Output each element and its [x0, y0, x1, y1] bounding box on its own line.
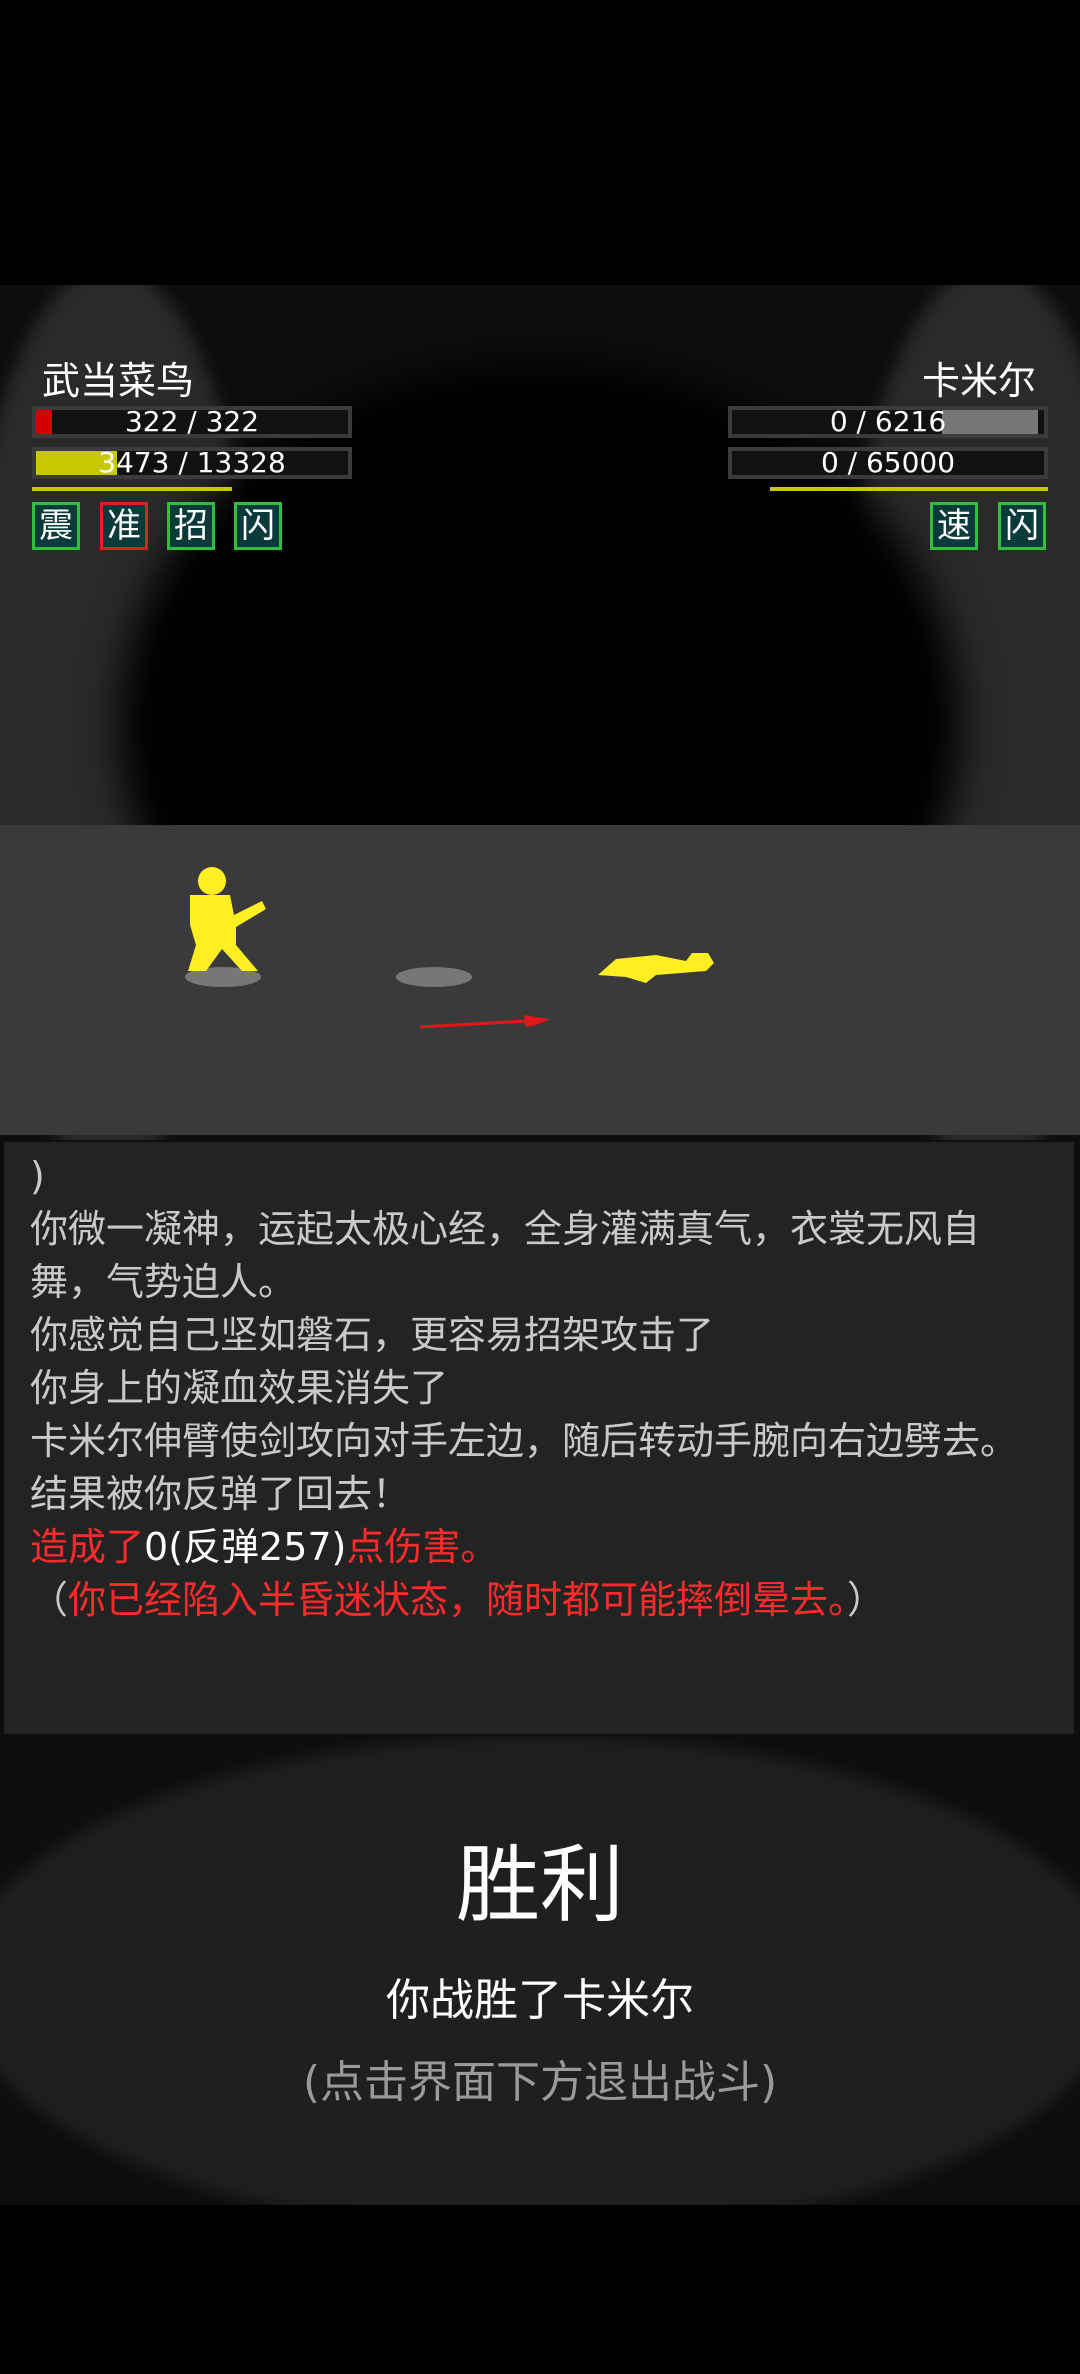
player-hp-bar: 322 / 322: [32, 406, 352, 438]
exit-hint[interactable]: (点击界面下方退出战斗): [0, 2048, 1080, 2118]
log-line: 你感觉自己坚如磐石，更容易招架攻击了: [30, 1313, 715, 1357]
enemy-fallen-icon: [598, 953, 714, 983]
log-line: 卡米尔伸臂使剑攻向对手左边，随后转动手腕向右边劈去。: [30, 1419, 1019, 1463]
damage-value: 0(反弹257): [144, 1525, 347, 1569]
log-line: 你微一凝神，运起太极心经，全身灌满真气，衣裳无风自舞，气势迫人。: [30, 1207, 981, 1304]
status-close: ）: [847, 1578, 886, 1622]
log-cut-text: 你已经陷入半昏迷状态，随时都可能摔倒晕去。: [30, 1142, 1048, 1150]
victory-panel[interactable]: 胜利 你战胜了卡米尔 (点击界面下方退出战斗): [0, 1830, 1080, 2118]
player-energy-line: [32, 487, 232, 491]
status-open: （: [30, 1578, 69, 1622]
player-mp-text: 3473 / 13328: [98, 446, 286, 479]
shadow-middle: [396, 967, 472, 987]
skill-zhao-icon[interactable]: 招: [167, 502, 215, 550]
skill-shan-icon-enemy: 闪: [998, 502, 1046, 550]
player-mp-bar: 3473 / 13328: [32, 447, 352, 479]
log-cut-line: 你已经陷入半昏迷状态，随时都可能摔倒晕去。: [30, 1142, 1048, 1150]
status-line: （你已经陷入半昏迷状态，随时都可能摔倒晕去。）: [30, 1574, 1048, 1627]
player-name: 武当菜鸟: [42, 359, 195, 403]
damage-suffix: 点伤害。: [346, 1525, 499, 1569]
player-hp-text: 322 / 322: [124, 405, 260, 438]
skill-su-icon: 速: [930, 502, 978, 550]
player-hp-fill: [36, 410, 52, 434]
enemy-hp-fill: [942, 410, 1038, 434]
enemy-name: 卡米尔: [921, 359, 1036, 403]
skill-shan-icon[interactable]: 闪: [234, 502, 282, 550]
enemy-hp-bar: 0 / 6216: [728, 406, 1048, 438]
log-line: 你身上的凝血效果消失了: [30, 1366, 449, 1410]
battle-ground: [0, 825, 1080, 1135]
status-text: 你已经陷入半昏迷状态，随时都可能摔倒晕去。: [68, 1578, 848, 1622]
enemy-mp-text: 0 / 65000: [820, 446, 956, 479]
enemy-energy-line: [770, 487, 1048, 491]
skill-zhen-icon[interactable]: 震: [32, 502, 80, 550]
dropped-sword-icon: [419, 1015, 550, 1029]
combat-log[interactable]: 你已经陷入半昏迷状态，随时都可能摔倒晕去。 ) 你微一凝神，运起太极心经，全身灌…: [2, 1140, 1076, 1736]
log-line: ): [30, 1154, 45, 1198]
player-fighter-icon: [188, 867, 266, 971]
enemy-hp-text: 0 / 6216: [829, 405, 947, 438]
damage-line: 造成了0(反弹257)点伤害。: [30, 1521, 1048, 1574]
damage-prefix: 造成了: [30, 1525, 145, 1569]
victory-message: 你战胜了卡米尔: [386, 1975, 694, 2026]
log-line: 结果被你反弹了回去！: [30, 1472, 411, 1516]
victory-title: 胜利: [455, 1836, 624, 1934]
skill-zhun-icon[interactable]: 准: [100, 502, 148, 550]
enemy-mp-bar: 0 / 65000: [728, 447, 1048, 479]
